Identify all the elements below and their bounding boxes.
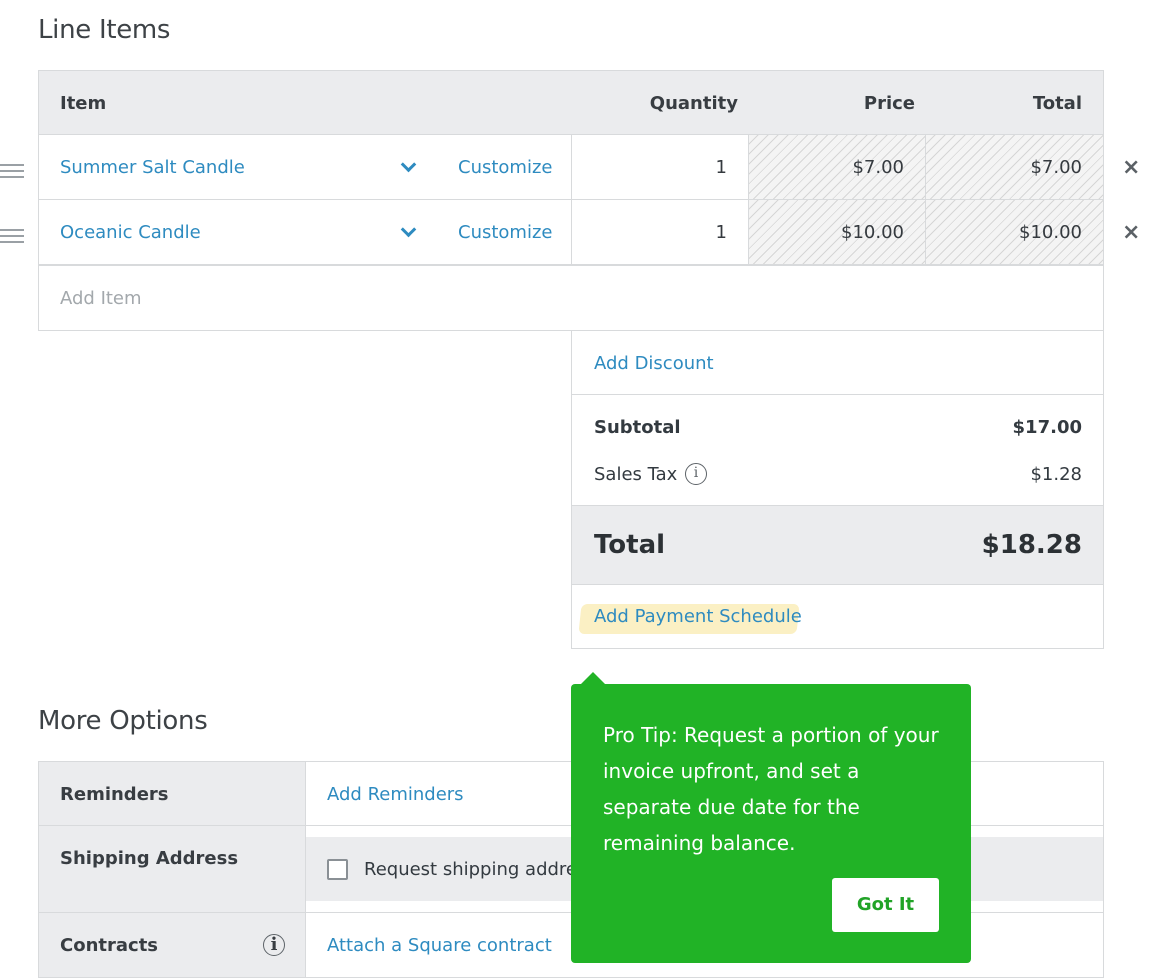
- pro-tip-tooltip: Pro Tip: Request a portion of your invoi…: [571, 672, 971, 963]
- add-payment-schedule-link[interactable]: Add Payment Schedule: [594, 606, 802, 627]
- info-icon[interactable]: i: [263, 934, 285, 956]
- drag-handle-icon[interactable]: [0, 164, 24, 178]
- shipping-address-label: Shipping Address: [60, 848, 239, 869]
- total-row: Total $18.28: [571, 505, 1104, 585]
- totals-summary: Subtotal $17.00 Sales Tax i $1.28: [571, 394, 1104, 506]
- add-item-placeholder: Add Item: [60, 288, 142, 309]
- quantity-value: 1: [715, 222, 727, 243]
- item-name-select[interactable]: Oceanic Candle: [60, 222, 201, 243]
- price-value: $10.00: [841, 222, 904, 243]
- table-row: Oceanic Candle Customize 1 $10.00 $10.00: [38, 199, 1104, 265]
- column-header-price: Price: [863, 93, 915, 114]
- item-cell: Summer Salt Candle Customize: [38, 134, 572, 200]
- remove-item-close-icon[interactable]: ×: [1122, 222, 1140, 244]
- total-value: $10.00: [1019, 222, 1082, 243]
- line-items-heading: Line Items: [38, 15, 171, 45]
- customize-link[interactable]: Customize: [458, 157, 552, 178]
- pro-tip-text: Pro Tip: Request a portion of your invoi…: [603, 723, 939, 855]
- shipping-checkbox-label: Request shipping address: [364, 859, 596, 880]
- quantity-input[interactable]: 1: [571, 199, 749, 265]
- total-cell: $10.00: [925, 199, 1104, 265]
- quantity-input[interactable]: 1: [571, 134, 749, 200]
- line-items-header-row: Item Quantity Price Total: [38, 70, 1104, 135]
- price-cell: $10.00: [748, 199, 926, 265]
- table-row: Summer Salt Candle Customize 1 $7.00 $7.…: [38, 134, 1104, 200]
- total-cell: $7.00: [925, 134, 1104, 200]
- add-discount-link[interactable]: Add Discount: [594, 353, 714, 374]
- item-name-select[interactable]: Summer Salt Candle: [60, 157, 245, 178]
- chevron-down-icon[interactable]: [400, 221, 417, 238]
- contracts-label: Contracts: [60, 935, 159, 956]
- add-item-input[interactable]: Add Item: [38, 265, 1104, 331]
- remove-item-close-icon[interactable]: ×: [1122, 157, 1140, 179]
- total-value: $18.28: [981, 530, 1082, 560]
- subtotal-label: Subtotal: [594, 417, 681, 438]
- column-header-total: Total: [1032, 93, 1082, 114]
- add-reminders-link[interactable]: Add Reminders: [327, 784, 464, 805]
- more-options-heading: More Options: [38, 706, 208, 736]
- total-label: Total: [594, 530, 666, 560]
- column-header-quantity: Quantity: [649, 93, 738, 114]
- item-cell: Oceanic Candle Customize: [38, 199, 572, 265]
- drag-handle-icon[interactable]: [0, 229, 24, 243]
- total-value: $7.00: [1030, 157, 1082, 178]
- contracts-label-cell: Contracts i: [38, 912, 306, 978]
- add-discount-row: Add Discount: [571, 330, 1104, 395]
- reminders-label: Reminders: [60, 784, 169, 805]
- quantity-value: 1: [715, 157, 727, 178]
- column-header-item: Item: [60, 93, 107, 114]
- info-icon[interactable]: i: [685, 463, 707, 485]
- sales-tax-value: $1.28: [1030, 464, 1082, 485]
- shipping-label-cell: Shipping Address: [38, 825, 306, 913]
- subtotal-value: $17.00: [1012, 417, 1082, 438]
- chevron-down-icon[interactable]: [400, 156, 417, 173]
- reminders-label-cell: Reminders: [38, 761, 306, 826]
- sales-tax-label: Sales Tax: [594, 464, 678, 485]
- price-cell: $7.00: [748, 134, 926, 200]
- attach-contract-link[interactable]: Attach a Square contract: [327, 935, 552, 956]
- customize-link[interactable]: Customize: [458, 222, 552, 243]
- got-it-button[interactable]: Got It: [832, 878, 939, 932]
- price-value: $7.00: [852, 157, 904, 178]
- shipping-checkbox[interactable]: [327, 859, 348, 880]
